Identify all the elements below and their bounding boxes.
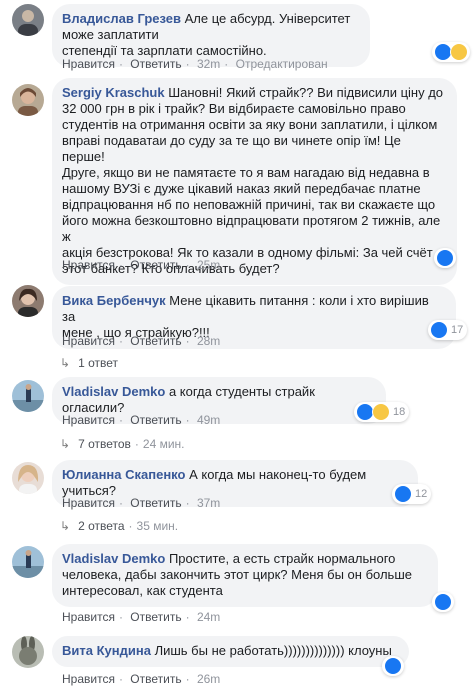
replies-time: 24 мин. [142, 437, 185, 451]
comment-text: 32 000 грн в рік і трайк? Ви відбираєте … [62, 101, 406, 116]
comment-bubble: Вита Кундина Лишь бы не работать))))))))… [52, 636, 409, 667]
reply-link[interactable]: Ответить [130, 496, 181, 510]
comment-text: вправі подаватаи до суду за те що ви чин… [62, 133, 401, 164]
comment-text: Друге, якщо ви не памятаєте то я вам наг… [62, 165, 430, 180]
reply-link[interactable]: Ответить [130, 57, 181, 71]
comment-time[interactable]: 24m [197, 610, 220, 624]
avatar[interactable] [12, 4, 44, 36]
comment-actions: Нравится · Ответить · 26m [62, 672, 221, 686]
haha-emoji-icon [372, 403, 390, 421]
like-icon [436, 249, 454, 267]
sad-emoji-icon [450, 43, 468, 61]
comment-actions: Нравится · Ответить · 49m [62, 413, 221, 427]
reaction-summary[interactable] [432, 42, 470, 62]
view-replies[interactable]: ↳ 2 ответа · 35 мин. [60, 519, 178, 533]
replies-count[interactable]: 7 ответов [78, 437, 131, 451]
reply-arrow-icon: ↳ [60, 437, 71, 451]
replies-count[interactable]: 1 ответ [78, 356, 118, 370]
comment-author[interactable]: Sergiy Kraschuk [62, 85, 165, 100]
replies-time: 35 мин. [136, 519, 179, 533]
comment-bubble: Sergiy Kraschuk Шановні! Який страйк?? В… [52, 78, 457, 285]
comment-author[interactable]: Вита Кундина [62, 643, 151, 658]
like-icon [384, 657, 402, 675]
view-replies[interactable]: ↳ 7 ответов · 24 мин. [60, 437, 185, 451]
like-link[interactable]: Нравится [62, 57, 115, 71]
reply-link[interactable]: Ответить [130, 610, 181, 624]
reply-arrow-icon: ↳ [60, 356, 71, 370]
comment-author[interactable]: Vladislav Demko [62, 384, 165, 399]
comment-time[interactable]: 32m [197, 57, 220, 71]
comment-author[interactable]: Владислав Грезев [62, 11, 181, 26]
reaction-summary[interactable]: 18 [354, 402, 410, 422]
avatar[interactable] [12, 285, 44, 317]
comment-time[interactable]: 37m [197, 496, 220, 510]
comment-time[interactable]: 49m [197, 413, 220, 427]
like-link[interactable]: Нравится [62, 496, 115, 510]
like-icon [430, 321, 448, 339]
avatar[interactable] [12, 462, 44, 494]
reaction-count: 17 [451, 324, 464, 336]
comment-text: человека, дабы закончить этот цирк? Меня… [62, 567, 412, 582]
reaction-summary[interactable] [382, 656, 404, 676]
like-link[interactable]: Нравится [62, 413, 115, 427]
comment-text: Лишь бы не работать)))))))))))))) клоуны [154, 643, 392, 658]
comment-author[interactable]: Юлианна Скапенко [62, 467, 185, 482]
avatar[interactable] [12, 546, 44, 578]
reaction-summary[interactable] [434, 248, 456, 268]
avatar[interactable] [12, 84, 44, 116]
reply-link[interactable]: Ответить [130, 334, 181, 348]
avatar[interactable] [12, 380, 44, 412]
comment-text: студентів на отримання освіти за яку вон… [62, 117, 438, 132]
comment-author[interactable]: Vladislav Demko [62, 551, 165, 566]
like-icon [434, 593, 452, 611]
comment-text: Шановні! Який страйк?? Ви підвисили ціну… [168, 85, 444, 100]
like-link[interactable]: Нравится [62, 610, 115, 624]
comment-text: интересовал, как студента [62, 583, 223, 598]
comment-actions: Нравится · Ответить · 25m [62, 258, 221, 272]
edited-label[interactable]: Отредактирован [236, 57, 328, 71]
like-link[interactable]: Нравится [62, 258, 115, 272]
comment-time[interactable]: 28m [197, 334, 220, 348]
reaction-count: 18 [393, 406, 406, 418]
reply-arrow-icon: ↳ [60, 519, 71, 533]
comment-bubble: Vladislav Demko Простите, а есть страйк … [52, 544, 438, 607]
comment-text: степендії та зарплати самостійно. [62, 43, 267, 58]
comment-actions: Нравится · Ответить · 32m · Отредактирован [62, 57, 328, 71]
comment-actions: Нравится · Ответить · 28m [62, 334, 221, 348]
reaction-summary[interactable] [432, 592, 454, 612]
like-icon [394, 485, 412, 503]
comment-text: його можна безкоштовно відпрацювати прот… [62, 213, 441, 244]
comment-time[interactable]: 25m [197, 258, 220, 272]
reply-link[interactable]: Ответить [130, 413, 181, 427]
reaction-summary[interactable]: 17 [428, 320, 468, 340]
comment-time[interactable]: 26m [197, 672, 220, 686]
reply-link[interactable]: Ответить [130, 672, 181, 686]
reaction-count: 12 [415, 488, 428, 500]
avatar[interactable] [12, 636, 44, 668]
comment-text: нашому ВУЗі є дуже цікавий наказ який пе… [62, 181, 421, 196]
comment-actions: Нравится · Ответить · 37m [62, 496, 221, 510]
comment-actions: Нравится · Ответить · 24m [62, 610, 221, 624]
like-link[interactable]: Нравится [62, 334, 115, 348]
comment-text: Простите, а есть страйк нормального [168, 551, 396, 566]
comment-text: відпрацювання нб по неповажній причині, … [62, 197, 436, 212]
like-link[interactable]: Нравится [62, 672, 115, 686]
view-replies[interactable]: ↳ 1 ответ [60, 356, 118, 370]
reply-link[interactable]: Ответить [130, 258, 181, 272]
reaction-summary[interactable]: 12 [392, 484, 432, 504]
comment-author[interactable]: Вика Бербенчук [62, 293, 166, 308]
replies-count[interactable]: 2 ответа [78, 519, 124, 533]
